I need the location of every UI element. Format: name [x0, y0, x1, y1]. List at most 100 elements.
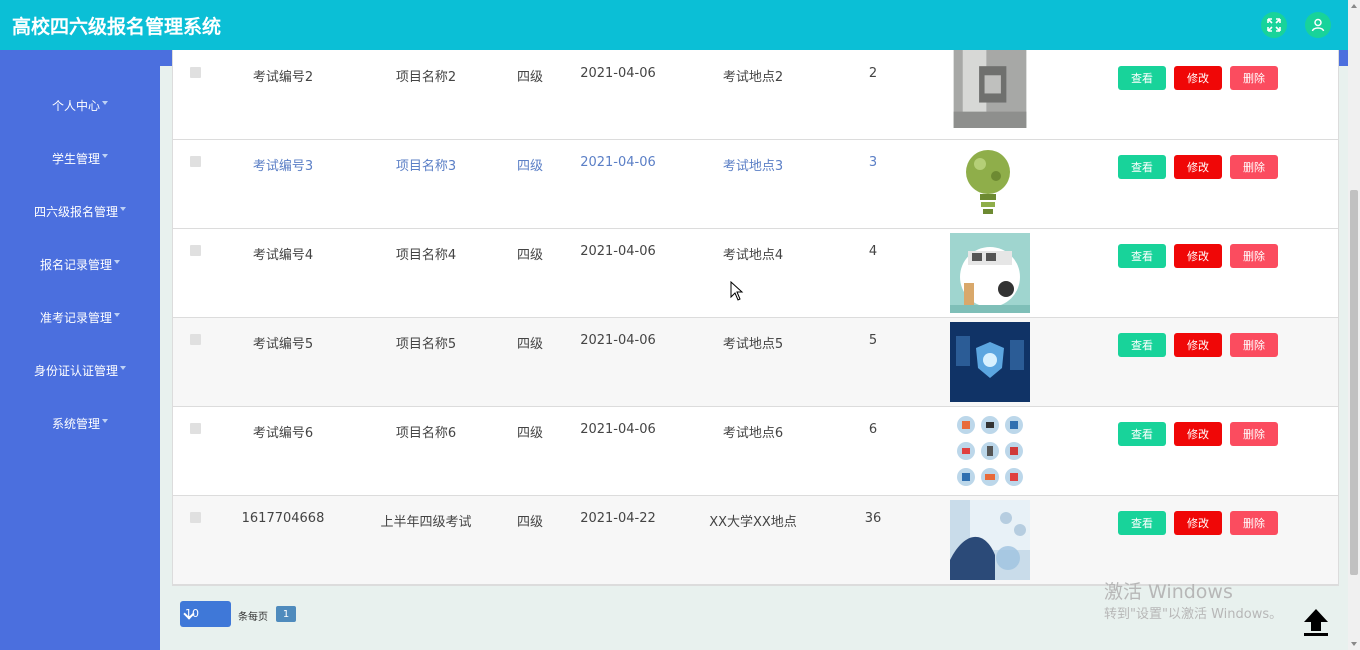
cell-date: 2021-04-06	[580, 244, 656, 259]
view-button[interactable]: 查看	[1118, 66, 1166, 90]
data-table: 考试编号2 项目名称2 四级 2021-04-06 考试地点2 2 查看 修改 …	[172, 50, 1339, 586]
table-row: 考试编号3 项目名称3 四级 2021-04-06 考试地点3 3 查看 修改 …	[173, 140, 1338, 229]
app-title: 高校四六级报名管理系统	[12, 16, 222, 38]
fullscreen-button[interactable]	[1261, 12, 1287, 38]
cell-project: 上半年四级考试	[380, 515, 472, 530]
table-row: 1617704668 上半年四级考试 四级 2021-04-22 XX大学XX地…	[173, 496, 1338, 585]
page-size-select[interactable]: 10	[180, 601, 231, 627]
delete-button[interactable]: 删除	[1230, 333, 1278, 357]
caret-down-icon	[102, 100, 108, 105]
fullscreen-icon	[1267, 18, 1281, 32]
cell-date: 2021-04-06	[580, 66, 656, 81]
cell-project: 项目名称5	[395, 337, 457, 352]
caret-down-icon	[102, 418, 108, 423]
sidebar-item-id-verification[interactable]: 身份证认证管理	[0, 362, 160, 379]
cell-exam-no: 考试编号3	[252, 159, 314, 174]
user-icon	[1311, 18, 1325, 32]
per-page-label: 条每页	[238, 612, 268, 623]
edit-button[interactable]: 修改	[1174, 333, 1222, 357]
cell-count: 2	[868, 66, 878, 81]
caret-down-icon	[102, 153, 108, 158]
cell-place: 考试地点3	[722, 159, 784, 174]
caret-down-icon	[114, 312, 120, 317]
delete-button[interactable]: 删除	[1230, 155, 1278, 179]
cell-count: 6	[868, 422, 878, 437]
row-checkbox[interactable]	[190, 423, 201, 434]
cell-project: 项目名称3	[395, 159, 457, 174]
cell-project: 项目名称4	[395, 248, 457, 263]
caret-down-icon	[114, 259, 120, 264]
cell-level: 四级	[516, 159, 543, 174]
scrollbar-thumb[interactable]	[1350, 190, 1358, 575]
windows-activation-hint: 转到"设置"以激活 Windows。	[1104, 607, 1283, 622]
edit-button[interactable]: 修改	[1174, 244, 1222, 268]
edit-button[interactable]: 修改	[1174, 155, 1222, 179]
table-row: 考试编号6 项目名称6 四级 2021-04-06 考试地点6 6 查看 修改 …	[173, 407, 1338, 496]
cell-count: 4	[868, 244, 878, 259]
scroll-up-icon[interactable]	[1351, 4, 1357, 8]
cell-exam-no: 考试编号2	[252, 70, 314, 85]
cell-level: 四级	[516, 70, 543, 85]
scientist-image	[950, 233, 1030, 313]
sidebar: 个人中心 学生管理 四六级报名管理 报名记录管理 准考记录管理 身份证认证管理 …	[0, 50, 160, 650]
cell-level: 四级	[516, 426, 543, 441]
view-button[interactable]: 查看	[1118, 244, 1166, 268]
cell-level: 四级	[516, 337, 543, 352]
delete-button[interactable]: 删除	[1230, 511, 1278, 535]
row-checkbox[interactable]	[190, 334, 201, 345]
edit-button[interactable]: 修改	[1174, 422, 1222, 446]
user-button[interactable]	[1305, 12, 1331, 38]
back-to-top-icon[interactable]	[1300, 606, 1332, 638]
sidebar-item-admission-records[interactable]: 准考记录管理	[0, 309, 160, 326]
page-number-current[interactable]: 1	[276, 606, 296, 622]
cell-exam-no: 考试编号6	[252, 426, 314, 441]
edit-button[interactable]: 修改	[1174, 511, 1222, 535]
table-row: 考试编号5 项目名称5 四级 2021-04-06 考试地点5 5 查看 修改 …	[173, 318, 1338, 407]
cell-date: 2021-04-06	[580, 333, 656, 348]
view-button[interactable]: 查看	[1118, 333, 1166, 357]
row-checkbox[interactable]	[190, 245, 201, 256]
sidebar-item-student-management[interactable]: 学生管理	[0, 150, 160, 167]
cell-count: 5	[868, 333, 878, 348]
mouse-cursor-icon	[730, 281, 744, 301]
tech-shield-image	[950, 322, 1030, 402]
cell-place: 考试地点6	[722, 426, 784, 441]
table-row: 考试编号2 项目名称2 四级 2021-04-06 考试地点2 2 查看 修改 …	[173, 50, 1338, 140]
view-button[interactable]: 查看	[1118, 422, 1166, 446]
sidebar-item-system-management[interactable]: 系统管理	[0, 415, 160, 432]
sidebar-item-registration-records[interactable]: 报名记录管理	[0, 256, 160, 273]
app-header: 高校四六级报名管理系统	[0, 0, 1348, 50]
cell-exam-no: 1617704668	[241, 511, 325, 526]
delete-button[interactable]: 删除	[1230, 66, 1278, 90]
sidebar-item-cet-registration[interactable]: 四六级报名管理	[0, 203, 160, 220]
sidebar-item-personal-center[interactable]: 个人中心	[0, 97, 160, 114]
cell-level: 四级	[516, 248, 543, 263]
lightbulb-image	[950, 144, 1030, 224]
cell-date: 2021-04-22	[580, 511, 656, 526]
cell-exam-no: 考试编号5	[252, 337, 314, 352]
row-checkbox[interactable]	[190, 67, 201, 78]
icon-grid-image	[950, 411, 1030, 491]
lab-glove-image	[950, 500, 1030, 580]
delete-button[interactable]: 删除	[1230, 244, 1278, 268]
row-checkbox[interactable]	[190, 512, 201, 523]
machine-image	[953, 50, 1027, 128]
edit-button[interactable]: 修改	[1174, 66, 1222, 90]
cell-level: 四级	[516, 515, 543, 530]
cell-place: 考试地点4	[722, 248, 784, 263]
view-button[interactable]: 查看	[1118, 155, 1166, 179]
cell-exam-no: 考试编号4	[252, 248, 314, 263]
cell-project: 项目名称6	[395, 426, 457, 441]
cell-place: 考试地点5	[722, 337, 784, 352]
page-scrollbar[interactable]	[1348, 0, 1360, 650]
cell-date: 2021-04-06	[580, 422, 656, 437]
row-checkbox[interactable]	[190, 156, 201, 167]
caret-down-icon	[120, 365, 126, 370]
delete-button[interactable]: 删除	[1230, 422, 1278, 446]
scroll-down-icon[interactable]	[1351, 642, 1357, 646]
cell-count: 36	[864, 511, 882, 526]
windows-activation-watermark: 激活 Windows	[1104, 581, 1233, 603]
cell-count: 3	[868, 155, 878, 170]
view-button[interactable]: 查看	[1118, 511, 1166, 535]
cell-project: 项目名称2	[395, 70, 457, 85]
